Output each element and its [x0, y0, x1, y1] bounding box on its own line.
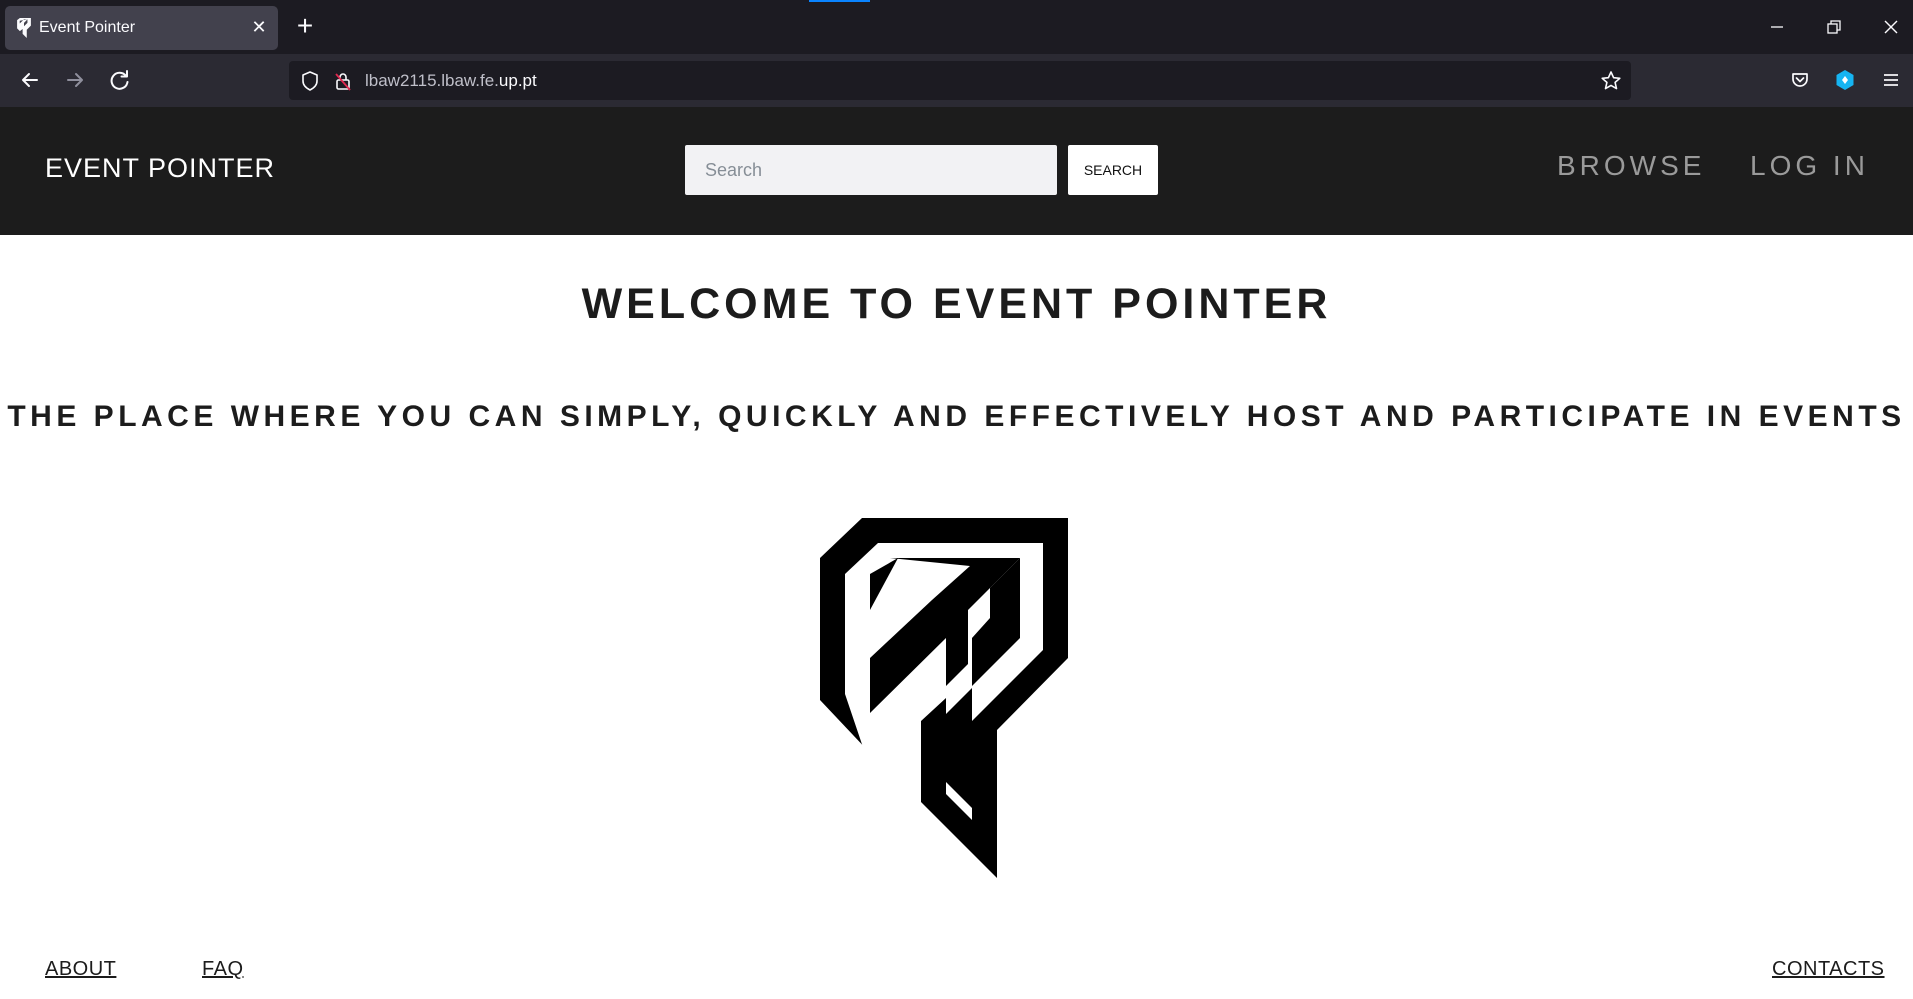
menu-hamburger-icon[interactable]: [1876, 65, 1906, 95]
bookmark-star-icon[interactable]: [1599, 69, 1623, 93]
nav-browse-link[interactable]: BROWSE: [1557, 150, 1705, 182]
footer-about-link[interactable]: ABOUT: [45, 958, 116, 981]
browser-nav-bar: lbaw2115.lbaw.fe.up.pt: [0, 54, 1913, 107]
footer-faq-link[interactable]: FAQ: [202, 958, 244, 981]
brand-link[interactable]: EVENT POINTER: [45, 153, 275, 184]
extension-icon[interactable]: [1830, 65, 1860, 95]
welcome-heading: WELCOME TO EVENT POINTER: [581, 280, 1332, 328]
back-arrow-icon[interactable]: [15, 65, 45, 95]
pocket-icon[interactable]: [1785, 65, 1815, 95]
forward-arrow-icon[interactable]: [60, 65, 90, 95]
shield-icon[interactable]: [299, 70, 321, 92]
tagline: THE PLACE WHERE YOU CAN SIMPLY, QUICKLY …: [7, 400, 1906, 433]
event-pointer-logo: [820, 518, 1068, 878]
insecure-lock-icon[interactable]: [332, 70, 354, 92]
search-input[interactable]: [685, 145, 1057, 195]
close-window-icon[interactable]: [1876, 12, 1906, 42]
browser-tab-bar: Event Pointer ✕ +: [0, 0, 1913, 54]
tab-title: Event Pointer: [39, 19, 136, 36]
close-tab-icon[interactable]: ✕: [248, 16, 270, 38]
new-tab-icon[interactable]: +: [290, 12, 320, 42]
restore-window-icon[interactable]: [1819, 12, 1849, 42]
url-domain: up.pt: [498, 71, 537, 90]
nav-login-link[interactable]: LOG IN: [1750, 150, 1869, 182]
browser-tab[interactable]: Event Pointer ✕: [5, 6, 278, 50]
site-header: EVENT POINTER SEARCH BROWSE LOG IN: [0, 107, 1913, 235]
reload-icon[interactable]: [105, 65, 135, 95]
url-bar[interactable]: lbaw2115.lbaw.fe.up.pt: [289, 61, 1631, 100]
footer-contacts-link[interactable]: CONTACTS: [1772, 958, 1885, 981]
search-button[interactable]: SEARCH: [1068, 145, 1158, 195]
url-prefix: lbaw2115.lbaw.fe.: [365, 71, 499, 90]
minimize-window-icon[interactable]: [1762, 12, 1792, 42]
tab-indicator: [809, 0, 870, 2]
event-pointer-favicon-icon: [17, 18, 31, 38]
url-text[interactable]: lbaw2115.lbaw.fe.up.pt: [365, 71, 537, 91]
